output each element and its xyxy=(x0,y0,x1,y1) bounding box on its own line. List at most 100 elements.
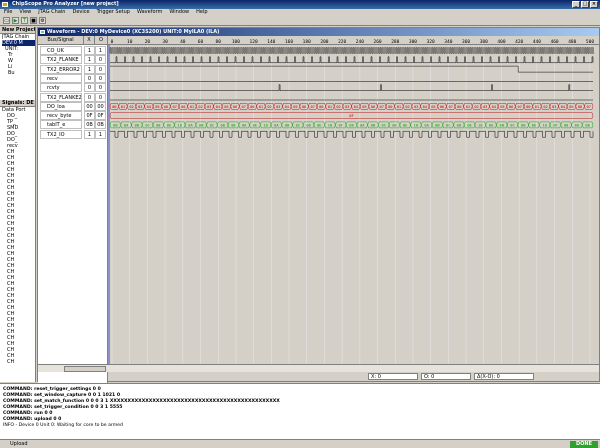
signal-row[interactable]: tabIT_e 0B 0B xyxy=(38,120,108,130)
signal-name[interactable]: rcvty xyxy=(40,83,82,93)
signal-name[interactable]: TX2_FLANKE2 xyxy=(40,92,82,102)
column-o[interactable]: O xyxy=(95,36,108,45)
bus-value: 0E xyxy=(167,124,171,128)
menu-trigger-setup[interactable]: Trigger Setup xyxy=(97,9,130,16)
done-indicator: DONE xyxy=(570,441,598,448)
bus-value: 0E xyxy=(532,124,536,128)
menubar: File View JTAG Chain Device Trigger Setu… xyxy=(0,9,600,16)
signal-name[interactable]: TX2_ERROR2 xyxy=(40,64,82,74)
menu-file[interactable]: File xyxy=(4,9,12,16)
app-titlebar: ChipScope Pro Analyzer [new project] _ □… xyxy=(0,0,600,9)
signal-o-value: 1 xyxy=(95,46,106,55)
bus-value: 06 xyxy=(371,105,375,109)
bus-value: 10 xyxy=(263,124,267,128)
menu-view[interactable]: View xyxy=(19,9,31,16)
menu-window[interactable]: Window xyxy=(169,9,189,16)
bus-value: 04 xyxy=(354,105,359,109)
menu-jtag-chain[interactable]: JTAG Chain xyxy=(38,9,65,16)
bus-value: 07 xyxy=(379,105,383,109)
chain-icon[interactable]: ⚙ xyxy=(39,17,46,24)
trigger-immediate-icon[interactable]: T xyxy=(21,17,28,24)
bus-value: 08 xyxy=(156,124,160,128)
signal-row[interactable]: TX2_FLANKE2 0 0 xyxy=(38,92,108,102)
menu-help[interactable]: Help xyxy=(196,9,207,16)
signal-x-value: 1 xyxy=(84,46,95,55)
signal-row[interactable]: recv 0 0 xyxy=(38,73,108,83)
waveform-header: Bus/Signal X O 0 10 20 30 40 60 80 100 120 140 160… xyxy=(38,36,599,45)
minimize-button[interactable]: _ xyxy=(572,1,580,8)
signal-o-value: 00 xyxy=(95,101,106,111)
menu-waveform[interactable]: Waveform xyxy=(137,9,162,16)
bus-value: 07 xyxy=(241,105,245,109)
signal-o-value: 0F xyxy=(95,111,106,121)
maximize-button[interactable]: □ xyxy=(581,1,589,8)
bus-value: 0A xyxy=(360,124,365,128)
signal-row[interactable]: rcvty 0 0 xyxy=(38,83,108,93)
signal-row[interactable]: recv_byte 0F 0F xyxy=(38,111,108,121)
project-tree: JTAG Chain DEV:0 M UNIT: Tr W Li Bu xyxy=(0,34,35,100)
bus-value: 0C xyxy=(296,124,300,128)
tree-item-channel[interactable]: CH xyxy=(2,359,35,365)
signal-o-value: 1 xyxy=(95,129,106,139)
column-bus-signal[interactable]: Bus/Signal xyxy=(38,36,84,45)
bus-value: 10 xyxy=(478,124,482,128)
project-panel-title: New Project xyxy=(0,27,35,34)
bus-value: 01 xyxy=(121,105,125,109)
signal-name[interactable]: TX2_IO xyxy=(40,129,82,139)
bus-value: 07 xyxy=(310,105,314,109)
signal-name[interactable]: recv_byte xyxy=(40,111,82,121)
bus-value: 0B xyxy=(371,124,376,128)
bus-value: 08 xyxy=(306,124,310,128)
bus-value: 0B xyxy=(199,124,204,128)
bus-value: 06 xyxy=(302,105,306,109)
signal-name[interactable]: CO_UK xyxy=(40,46,82,55)
signal-x-value: 0F xyxy=(84,111,95,121)
signal-x-value: 1 xyxy=(84,55,95,65)
signal-row[interactable]: TX2_FLANKE 1 0 xyxy=(38,55,108,65)
bus-value: 0B xyxy=(285,124,290,128)
signal-o-value: 0B xyxy=(95,120,106,130)
left-panels: New Project JTAG Chain DEV:0 M UNIT: Tr … xyxy=(0,27,36,382)
column-x[interactable]: X xyxy=(84,36,95,45)
signal-name[interactable]: TX2_FLANKE xyxy=(40,55,82,65)
bus-value: 05 xyxy=(293,105,297,109)
bus-value: 04 xyxy=(147,105,152,109)
horizontal-scrollbar[interactable] xyxy=(38,364,599,372)
bus-value: 03 xyxy=(276,105,280,109)
signal-name[interactable]: DO_loa xyxy=(40,101,82,111)
bus-value: 05 xyxy=(431,105,435,109)
signal-row[interactable]: TX2_ERROR2 1 0 xyxy=(38,64,108,74)
waveform-plot[interactable]: 00 01 02 03 04 05 06 07 00 01 02 03 04 05 06 07 00 01 02 03… xyxy=(108,45,599,393)
signal-row[interactable]: TX2_IO 1 1 xyxy=(38,129,108,139)
bus-value: 06 xyxy=(509,105,513,109)
bus-value: 0A xyxy=(489,124,494,128)
bus-value: 00 xyxy=(181,105,185,109)
signal-name[interactable]: tabIT_e xyxy=(40,120,82,130)
delta-readout: Δ(X-O): 0 xyxy=(474,373,534,380)
bus-value: 0A xyxy=(188,124,193,128)
bus-value: 02 xyxy=(198,105,202,109)
bus-value: 08 xyxy=(220,124,224,128)
bus-value: 0A xyxy=(575,124,580,128)
signal-o-value: 0 xyxy=(95,83,106,93)
menu-device[interactable]: Device xyxy=(72,9,89,16)
bus-value: 0C xyxy=(446,124,450,128)
bus-value: 02 xyxy=(474,105,478,109)
app-title: ChipScope Pro Analyzer [new project] xyxy=(12,1,119,7)
stop-icon[interactable]: ■ xyxy=(30,17,37,24)
bus-value: 08 xyxy=(564,124,568,128)
signal-row[interactable]: CO_UK 1 1 xyxy=(38,46,108,55)
bus-value: 08 xyxy=(521,124,525,128)
bus-value: 10 xyxy=(328,124,332,128)
tree-item[interactable]: Bu xyxy=(2,70,35,76)
signal-name[interactable]: recv xyxy=(40,73,82,83)
open-icon[interactable]: ▭ xyxy=(3,17,10,24)
bus-value: 06 xyxy=(440,105,444,109)
bus-value: 00 xyxy=(112,105,116,109)
bus-value: 08 xyxy=(349,124,353,128)
run-icon[interactable]: ▶ xyxy=(12,17,19,24)
signal-o-value: 0 xyxy=(95,64,106,74)
bus-value: 02 xyxy=(543,105,547,109)
close-button[interactable]: × xyxy=(590,1,598,8)
signal-row[interactable]: DO_loa 00 00 xyxy=(38,101,108,111)
